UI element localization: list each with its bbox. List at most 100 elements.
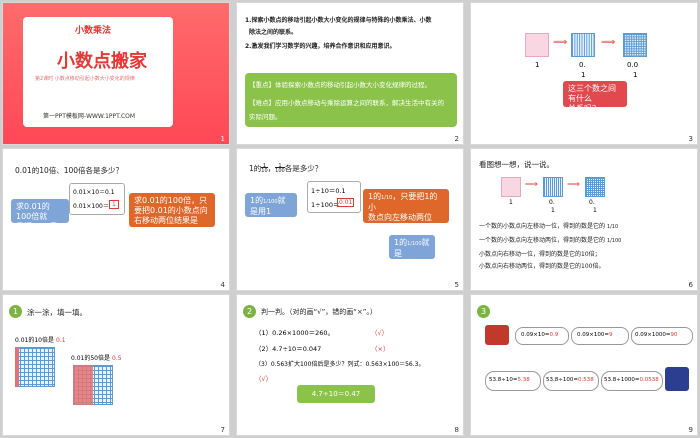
rule-line-4: 小数点向右移动两位，得到的数是它的100倍。 (479, 263, 605, 270)
q-prefix: 1的 (249, 164, 262, 173)
rule-text: 一个数的小数点向左移动一位，得到的数是它的 (479, 223, 606, 230)
label-tenth: 0. (549, 199, 555, 206)
top-eq-3: 0.09×1000=90 (635, 332, 677, 338)
label-hundredth-digit: 1 (633, 71, 638, 79)
label-tenth-digit: 1 (551, 207, 555, 214)
hard-text-2: 实际问题。 (249, 113, 282, 121)
label-text: 0.01的10倍是 (15, 337, 54, 344)
correction-bubble: 4.7÷10＝0.47 (297, 385, 375, 403)
bot-eq-3: 53.8÷1000=0.0538 (604, 377, 659, 383)
slide-thumbnail-7[interactable]: 1 涂一涂，填一填。 0.01的10倍是 0.1 0.01的50倍是 0.5 7 (2, 294, 230, 436)
slide-thumbnail-8[interactable]: 2 判一判。（对的画“√”，错的画“×”。） （1）0.26×1000＝260。… (236, 294, 464, 436)
equation-1: 0.01×10＝0.1 (73, 189, 115, 196)
question-bubble: 这三个数之间有什么 关系吗？ (563, 81, 627, 113)
answer: 5.38 (517, 377, 530, 383)
hard-text: 应用小数点移动与乘除运算之间的联系，解决生活中有关的 (275, 99, 444, 107)
eq-text: 0.09×1000= (635, 332, 671, 338)
item-2: （2）4.7÷10＝0.047 (255, 345, 322, 353)
item-3: （3）0.563扩大100倍后是多少？列式：0.563×100＝56.3。 (255, 361, 425, 368)
slide-title: 小数点搬家 (57, 51, 147, 72)
bubble-fraction: 1/10 (381, 195, 393, 201)
label-hundredth: 0. (589, 199, 595, 206)
grid-1 (15, 347, 55, 387)
eq-text: 0.09×100= (577, 332, 609, 338)
bot-eq-1: 53.8÷10=5.38 (489, 377, 530, 383)
slide-thumbnail-3[interactable]: ⟹ ⟹ 1 0. 1 0.0 1 这三个数之间有什么 关系吗？ 3 (470, 2, 698, 145)
label-one: 1 (509, 199, 513, 206)
bot-eq-2: 53.8÷100=0.538 (546, 377, 594, 383)
equation-2: 1÷100＝ (311, 201, 340, 209)
slide-number: 7 (220, 426, 225, 434)
bubble-line: 1的1/10，只要把1的小 (368, 192, 437, 212)
frac-den: 100 (275, 167, 285, 174)
top-eq-1: 0.09×10=0.9 (521, 332, 558, 338)
q-suffix: 各是多少？ (284, 164, 323, 173)
key-text: 体验探索小数点的移动引起小数大小变化规律的过程。 (275, 81, 431, 89)
label-1: 0.01的10倍是 0.1 (15, 335, 66, 344)
heading: 涂一涂，填一填。 (27, 308, 87, 317)
bubble-line: 1的1/100就是用1 (250, 196, 286, 216)
bubble-text: 1的 (368, 192, 382, 201)
answer: 0.1 (56, 337, 66, 344)
shaded-half (73, 365, 93, 405)
answer: 0.9 (549, 332, 559, 338)
q-mid: ， (267, 164, 276, 173)
slide-thumbnail-4[interactable]: 0.01的10倍、100倍各是多少？ 0.01×10＝0.1 0.01×100＝… (2, 148, 230, 291)
objective-1b: 除法之间的联系。 (249, 29, 298, 36)
slide-footer: 第一PPT模板网-WWW.1PPT.COM (43, 113, 136, 120)
arrow-icon: ⟹ (601, 37, 616, 48)
objective-1: 1.探索小数点的移动引起小数大小变化的规律与特殊的小数乘法、小数 (245, 17, 432, 24)
label-tenth: 0. (579, 61, 586, 69)
slide-thumbnail-6[interactable]: 看图想一想，说一说。 ⟹ ⟹ 1 0. 0. 1 1 一个数的小数点向左移动一位… (470, 148, 698, 291)
bubble-line: 求0.01的100倍，只 (134, 196, 208, 205)
bubble-line: 把它除以10。 (394, 259, 426, 278)
answer: 0.0538 (639, 377, 659, 383)
slide-number: 5 (454, 281, 459, 289)
bubble-text: 1的 (394, 238, 408, 247)
left-bubble: 求0.01的100倍就 是把0.01乘100。 (11, 199, 69, 241)
rule-line-3: 小数点向右移动一位，得到的数是它的10倍； (479, 251, 601, 258)
bubble-line: 1的1/100就是 (394, 238, 430, 258)
fraction-1-100: 1 100 (275, 164, 285, 174)
eq-text: 53.8÷10= (489, 377, 518, 383)
slide-number: 2 (454, 135, 459, 143)
label-2: 0.01的50倍是 0.5 (71, 353, 122, 362)
unit-square (525, 33, 549, 57)
objective-2: 2.激发我们学习数学的兴趣，培养合作意识和应用意识。 (245, 43, 396, 50)
bubble-line: 除以100。 (250, 217, 290, 226)
train-engine-top (485, 325, 509, 345)
rule-line-1: 一个数的小数点向左移动一位，得到的数是它的 1/10 (479, 221, 618, 230)
right-bubble: 1的1/10，只要把1的小 数点向左移动两位 就是0.01。 (363, 189, 449, 232)
slide-number: 9 (688, 426, 693, 434)
slide-number: 6 (688, 281, 693, 289)
bubble-fraction: 1/100 (407, 241, 422, 247)
bubble-fraction: 1/100 (263, 199, 278, 205)
slide-thumbnail-1[interactable]: 小数乘法 小数点搬家 第2课时 小数点移动引起小数大小变化的规律 第一PPT模板… (2, 2, 230, 145)
eq-text: 53.8÷100= (546, 377, 578, 383)
rule-fraction: 1/10 (606, 224, 619, 230)
bubble-text: 1的 (250, 196, 264, 205)
question-text: 1的 1 10， 1 100各是多少？ (249, 163, 322, 174)
equation-1: 1÷10＝0.1 (311, 187, 346, 195)
heading: 看图想一想，说一说。 (479, 160, 554, 169)
exercise-badge: 2 (243, 305, 256, 318)
slide-thumbnail-5[interactable]: 1的 1 10， 1 100各是多少？ 1÷10＝0.1 1÷100＝ 0.01 1的1… (236, 148, 464, 291)
arrow-icon: ⟹ (525, 180, 538, 190)
label-one: 1 (535, 61, 540, 69)
unit-square (501, 177, 521, 197)
arrow-icon: ⟹ (567, 180, 580, 190)
exercise-badge: 1 (9, 305, 22, 318)
heading: 判一判。（对的画“√”，错的画“×”。） (261, 308, 377, 316)
answer: 9 (608, 332, 613, 338)
slide-number: 3 (688, 135, 693, 143)
key-label: 【重点】 (249, 81, 275, 89)
label-hundredth: 0.0 (627, 61, 639, 69)
eq-text: 0.09×10= (521, 332, 550, 338)
slide-thumbnail-9[interactable]: 3 0.09×10=0.9 0.09×100=9 0.09×1000=90 53… (470, 294, 698, 436)
rule-text: 一个数的小数点向左移动两位，得到的数是它的 (479, 237, 606, 244)
question-text: 0.01的10倍、100倍各是多少？ (15, 166, 124, 175)
exercise-badge: 3 (477, 305, 490, 318)
bubble-line: 求0.01的100倍就 (16, 202, 50, 221)
bubble-line: 是把0.01乘100。 (16, 222, 58, 241)
slide-thumbnail-2[interactable]: 1.探索小数点的移动引起小数大小变化的规律与特殊的小数乘法、小数 除法之间的联系… (236, 2, 464, 145)
